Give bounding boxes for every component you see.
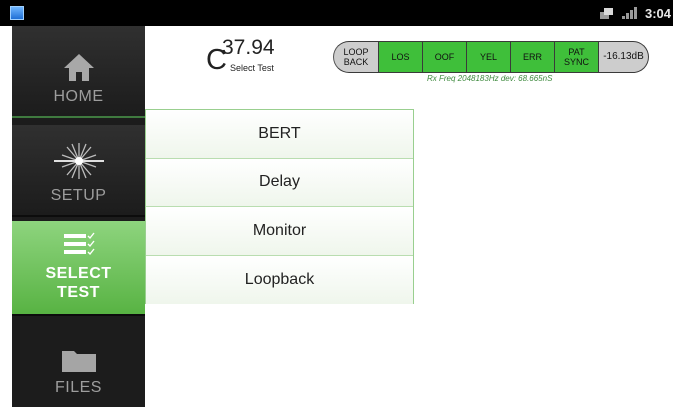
err-indicator: ERR	[511, 41, 555, 73]
notification-icon	[599, 7, 614, 19]
signal-icon	[621, 7, 637, 19]
nav-home-label: HOME	[53, 88, 104, 105]
menu-item-delay[interactable]: Delay	[146, 158, 413, 207]
loopback-indicator[interactable]: LOOP BACK	[333, 41, 379, 73]
nav-select-test[interactable]: SELECT TEST	[12, 221, 145, 316]
reading-value: 37.94	[222, 36, 275, 59]
clock: 3:04	[644, 5, 671, 21]
test-menu: BERT Delay Monitor Loopback	[145, 109, 414, 304]
nav-home[interactable]: HOME	[12, 26, 145, 118]
pattern-sync-indicator: PAT SYNC	[555, 41, 599, 73]
nav-files[interactable]: FILES	[12, 326, 145, 407]
status-icons: 3:04	[599, 4, 671, 22]
oof-indicator: OOF	[423, 41, 467, 73]
menu-item-bert[interactable]: BERT	[146, 110, 413, 159]
rx-frequency-info: Rx Freq 2048183Hz dev: 68.665nS	[427, 74, 553, 83]
nav-select-test-label-line2: TEST	[57, 284, 100, 301]
app-icon	[10, 6, 24, 20]
loopback-indicator-line1: LOOP	[343, 47, 369, 57]
nav-files-label: FILES	[55, 379, 102, 396]
yel-indicator: YEL	[467, 41, 511, 73]
checklist-icon	[63, 232, 95, 256]
nav-setup-label: SETUP	[50, 187, 107, 204]
menu-item-loopback[interactable]: Loopback	[146, 255, 413, 304]
sidebar: HOME SETUP SELECT TEST FILES	[12, 26, 145, 407]
nav-setup[interactable]: SETUP	[12, 125, 145, 217]
laser-icon	[53, 143, 104, 179]
signal-level-indicator: -16.13dB	[599, 41, 649, 73]
nav-select-test-label-line1: SELECT	[45, 265, 112, 282]
folder-icon	[61, 351, 96, 372]
los-indicator: LOS	[379, 41, 423, 73]
home-icon	[63, 54, 94, 81]
menu-item-monitor[interactable]: Monitor	[146, 207, 413, 256]
status-bar: 3:04	[0, 0, 673, 26]
loopback-indicator-line2: BACK	[343, 57, 369, 67]
reading-caption: Select Test	[230, 63, 274, 73]
measurement-reading: C 37.94 Select Test	[206, 36, 306, 76]
alarm-bar: LOOP BACK LOS OOF YEL ERR PAT SYNC -16.1…	[333, 41, 649, 73]
